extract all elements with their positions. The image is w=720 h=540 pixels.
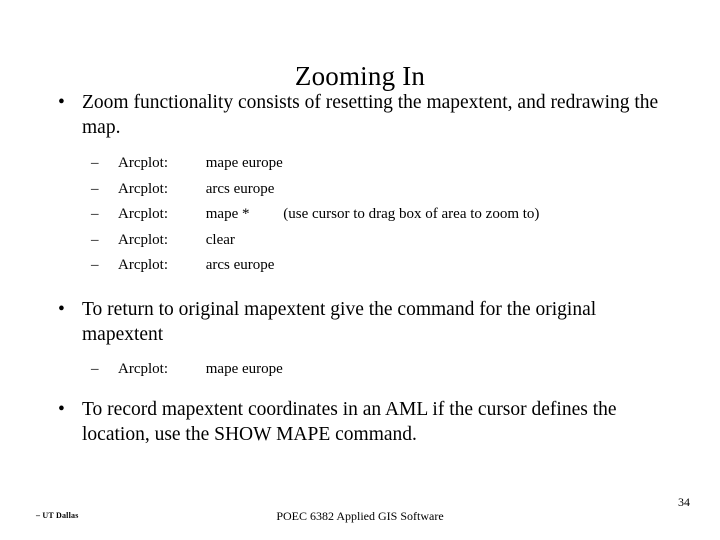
command-text: clear bbox=[205, 231, 235, 248]
bullet-dot-icon: • bbox=[58, 92, 65, 113]
command-row: – Arcplot: mape europe bbox=[0, 151, 720, 177]
dash-bullet-icon: – bbox=[91, 155, 99, 171]
presentation-slide: Zooming In • Zoom functionality consists… bbox=[0, 0, 720, 540]
command-prompt-label: Arcplot: bbox=[118, 257, 168, 274]
command-prompt-label: Arcplot: bbox=[118, 180, 168, 197]
bullet-point-2: • To return to original mapextent give t… bbox=[0, 297, 720, 347]
command-list-1: – Arcplot: mape europe – Arcplot: arcs e… bbox=[0, 151, 720, 279]
command-row: – Arcplot: clear bbox=[0, 228, 720, 254]
slide-number: 34 bbox=[678, 495, 690, 509]
dash-bullet-icon: – bbox=[91, 257, 99, 274]
command-text: arcs europe bbox=[205, 180, 275, 197]
command-text: mape * bbox=[205, 206, 250, 223]
bullet-dot-icon: • bbox=[58, 298, 65, 320]
command-row: – Arcplot: mape * (use cursor to drag bo… bbox=[0, 202, 720, 228]
command-row: – Arcplot: arcs europe bbox=[0, 253, 720, 279]
command-text: mape europe bbox=[205, 360, 283, 377]
footer-course-title: POEC 6382 Applied GIS Software bbox=[276, 509, 444, 523]
dash-bullet-icon: – bbox=[91, 206, 99, 223]
bullet-dot-icon: • bbox=[58, 398, 65, 420]
dash-bullet-icon: – bbox=[91, 360, 99, 377]
dash-bullet-icon: – bbox=[91, 180, 99, 197]
page-title: Zooming In bbox=[294, 61, 426, 92]
command-note: (use cursor to drag box of area to zoom … bbox=[283, 206, 540, 223]
command-text: mape europe bbox=[205, 155, 283, 171]
command-prompt-label: Arcplot: bbox=[118, 206, 168, 223]
bullet-point-2-text: To return to original mapextent give the… bbox=[82, 298, 597, 345]
slide-body: • Zoom functionality consists of resetti… bbox=[0, 90, 720, 447]
bullet-point-1: • Zoom functionality consists of resetti… bbox=[0, 90, 720, 140]
bullet-point-1-text: Zoom functionality consists of resetting… bbox=[82, 92, 659, 138]
command-prompt-label: Arcplot: bbox=[118, 360, 168, 377]
command-list-2: – Arcplot: mape europe bbox=[0, 357, 720, 383]
command-row: – Arcplot: mape europe bbox=[0, 357, 720, 383]
command-prompt-label: Arcplot: bbox=[118, 231, 168, 248]
command-text: arcs europe bbox=[205, 257, 275, 274]
command-row: – Arcplot: arcs europe bbox=[0, 177, 720, 203]
dash-bullet-icon: – bbox=[91, 231, 99, 248]
command-prompt-label: Arcplot: bbox=[118, 155, 168, 171]
bullet-point-3: • To record mapextent coordinates in an … bbox=[0, 397, 720, 447]
bullet-point-3-text: To record mapextent coordinates in an AM… bbox=[82, 398, 617, 445]
